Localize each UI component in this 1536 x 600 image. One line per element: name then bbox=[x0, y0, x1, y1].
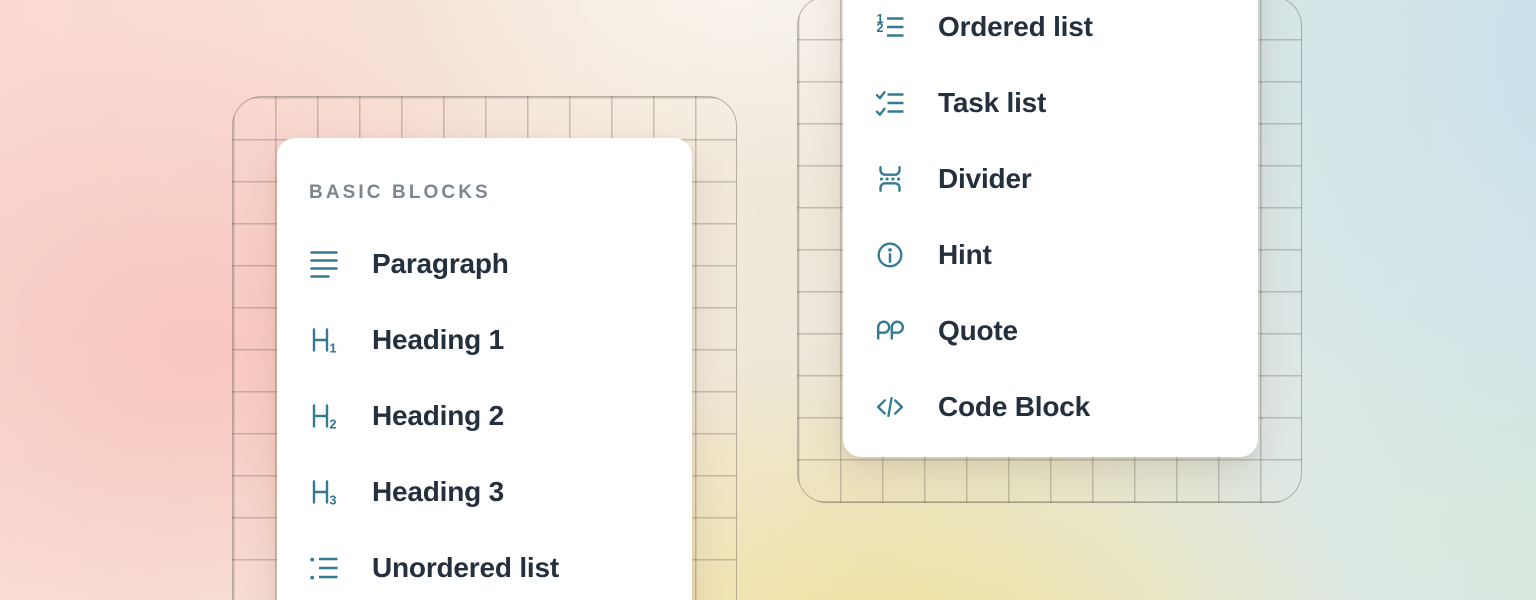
svg-text:2: 2 bbox=[330, 418, 337, 432]
hint-icon bbox=[875, 240, 905, 270]
menu-item-unordered-list[interactable]: Unordered list bbox=[309, 530, 668, 600]
menu-item-label: Ordered list bbox=[938, 11, 1093, 43]
menu-item-label: Paragraph bbox=[372, 248, 509, 280]
divider-icon bbox=[875, 164, 905, 194]
menu-item-label: Quote bbox=[938, 315, 1018, 347]
menu-item-divider[interactable]: Divider bbox=[875, 141, 1234, 217]
menu-item-label: Heading 3 bbox=[372, 476, 504, 508]
heading-1-icon: 1 bbox=[309, 325, 339, 355]
menu-item-heading-1[interactable]: 1 Heading 1 bbox=[309, 302, 668, 378]
menu-item-label: Divider bbox=[938, 163, 1032, 195]
menu-item-heading-3[interactable]: 3 Heading 3 bbox=[309, 454, 668, 530]
menu-items: 1 2 Ordered list Task list bbox=[875, 0, 1234, 445]
menu-item-paragraph[interactable]: Paragraph bbox=[309, 226, 668, 302]
menu-item-label: Task list bbox=[938, 87, 1046, 119]
heading-3-icon: 3 bbox=[309, 477, 339, 507]
menu-item-label: Heading 1 bbox=[372, 324, 504, 356]
heading-2-icon: 2 bbox=[309, 401, 339, 431]
menu-item-task-list[interactable]: Task list bbox=[875, 65, 1234, 141]
menu-items: Paragraph 1 Heading 1 2 Heading 2 bbox=[309, 226, 668, 600]
menu-item-code-block[interactable]: Code Block bbox=[875, 369, 1234, 445]
menu-item-hint[interactable]: Hint bbox=[875, 217, 1234, 293]
menu-item-label: Unordered list bbox=[372, 552, 559, 584]
task-list-icon bbox=[875, 88, 905, 118]
ordered-list-icon: 1 2 bbox=[875, 12, 905, 42]
paragraph-icon bbox=[309, 249, 339, 279]
background-gradient bbox=[0, 0, 1536, 600]
unordered-list-icon bbox=[309, 553, 339, 583]
menu-item-ordered-list[interactable]: 1 2 Ordered list bbox=[875, 0, 1234, 65]
code-block-icon bbox=[875, 392, 905, 422]
advanced-blocks-menu: 1 2 Ordered list Task list bbox=[843, 0, 1258, 457]
basic-blocks-menu: BASIC BLOCKS Paragraph 1 Heading 1 bbox=[277, 138, 692, 600]
menu-item-heading-2[interactable]: 2 Heading 2 bbox=[309, 378, 668, 454]
menu-section-header: BASIC BLOCKS bbox=[309, 182, 668, 204]
menu-item-label: Code Block bbox=[938, 391, 1090, 423]
svg-text:1: 1 bbox=[330, 342, 337, 356]
menu-item-quote[interactable]: Quote bbox=[875, 293, 1234, 369]
menu-item-label: Hint bbox=[938, 239, 992, 271]
svg-text:3: 3 bbox=[330, 494, 337, 508]
menu-item-label: Heading 2 bbox=[372, 400, 504, 432]
svg-text:2: 2 bbox=[877, 21, 884, 35]
quote-icon bbox=[875, 316, 905, 346]
